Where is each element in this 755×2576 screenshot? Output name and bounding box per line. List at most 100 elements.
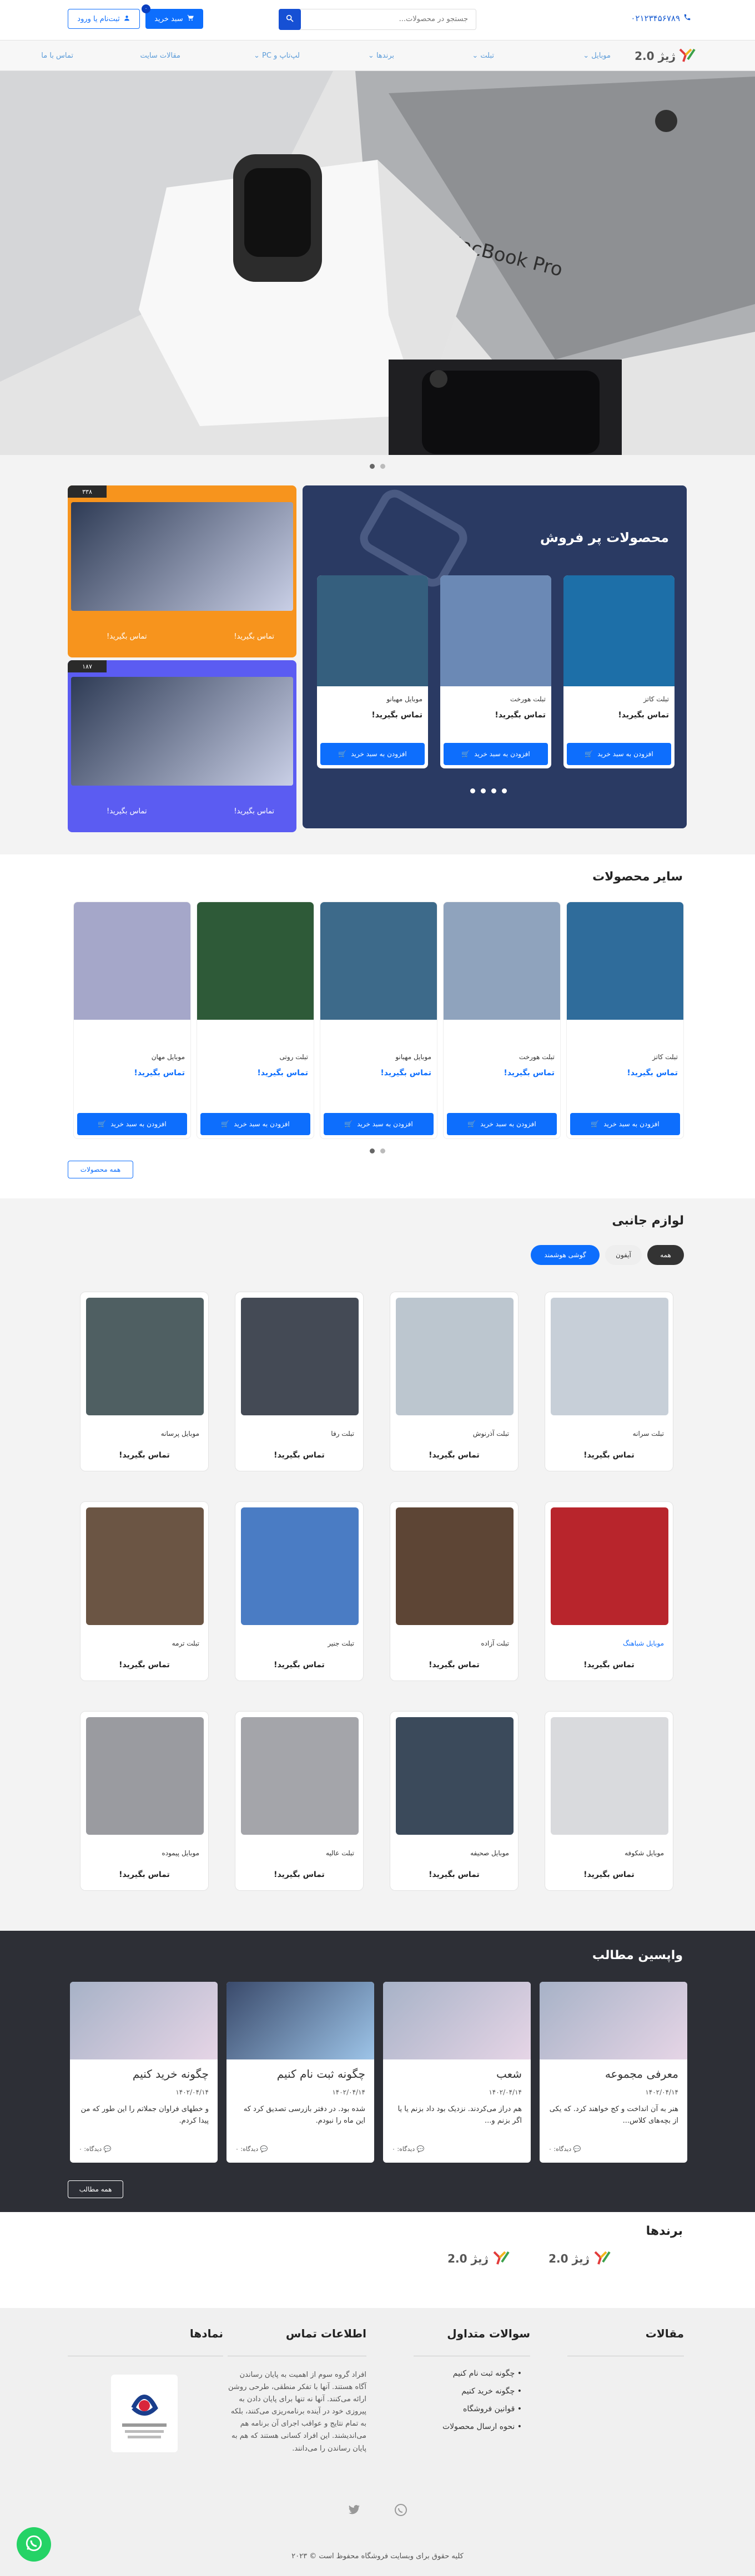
nav-item-laptop[interactable]: لپ‌تاپ و PC ⌄ bbox=[254, 52, 300, 60]
product-card[interactable]: موبایل شباهنگ تماس بگیرید! bbox=[545, 1501, 673, 1681]
promo-banner[interactable]: ۱۸۷ تماس بگیرید! تماس بگیرید! bbox=[68, 660, 296, 832]
add-to-cart-button[interactable]: افزودن به سبد خرید 🛒 bbox=[444, 743, 548, 765]
search-button[interactable] bbox=[279, 9, 301, 30]
post-card[interactable]: شعب ۱۴۰۲/۰۴/۱۴ هم دراز می‌کردند. نزدیک ب… bbox=[383, 1982, 531, 2163]
phone-number[interactable]: ۰۲۱۲۳۴۵۶۷۸۹ bbox=[631, 13, 691, 23]
post-card[interactable]: چگونه خرید کنیم ۱۴۰۲/۰۴/۱۴ و خطهای فراوا… bbox=[70, 1982, 218, 2163]
slider-dot[interactable] bbox=[491, 788, 496, 793]
comment-icon: 💬 bbox=[260, 2145, 268, 2153]
product-price: تماس بگیرید! bbox=[380, 1069, 431, 1077]
add-to-cart-button[interactable]: افزودن به سبد خرید 🛒 bbox=[324, 1113, 434, 1135]
chevron-down-icon: ⌄ bbox=[253, 52, 260, 60]
comment-icon: 💬 bbox=[573, 2145, 581, 2153]
product-price: تماس بگیرید! bbox=[583, 1661, 635, 1669]
product-card[interactable]: تبلت آذرنوش تماس بگیرید! bbox=[390, 1292, 519, 1471]
add-to-cart-button[interactable]: افزودن به سبد خرید 🛒 bbox=[567, 743, 671, 765]
post-date: ۱۴۰۲/۰۴/۱۴ bbox=[175, 2088, 209, 2096]
product-card[interactable]: موبایل مهبانو تماس بگیرید! افزودن به سبد… bbox=[317, 575, 428, 768]
latest-posts-title: واپسین مطالب bbox=[592, 1949, 683, 1962]
add-to-cart-button[interactable]: افزودن به سبد خرید 🛒 bbox=[77, 1113, 187, 1135]
product-card[interactable]: موبایل صحیفه تماس بگیرید! bbox=[390, 1711, 519, 1891]
brand-logo[interactable]: ژیژ 2.0 bbox=[447, 2250, 511, 2268]
product-card[interactable]: تبلت رفا تماس بگیرید! bbox=[235, 1292, 364, 1471]
nav-item-brands[interactable]: برندها ⌄ bbox=[368, 52, 394, 60]
product-card[interactable]: تبلت هورخت تماس بگیرید! افزودن به سبد خر… bbox=[440, 575, 551, 768]
cart-button[interactable]: سبد خرید bbox=[145, 9, 203, 29]
post-excerpt: و خطهای فراوان جملاتم را این طور که من پ… bbox=[80, 2105, 209, 2125]
search-placeholder: جستجو در محصولات... bbox=[399, 15, 468, 23]
nav-item-tablet[interactable]: تبلت ⌄ bbox=[472, 52, 494, 60]
brands-title: برندها bbox=[646, 2224, 683, 2238]
hero-image: MacBook Pro bbox=[0, 71, 755, 455]
search-input[interactable]: جستجو در محصولات... bbox=[279, 9, 476, 30]
all-posts-button[interactable]: همه مطالب bbox=[68, 2180, 123, 2198]
post-title[interactable]: چگونه خرید کنیم bbox=[133, 2067, 209, 2081]
product-card[interactable]: تبلت سرانه تماس بگیرید! bbox=[545, 1292, 673, 1471]
product-price: تماس بگیرید! bbox=[134, 1069, 185, 1077]
add-to-cart-button[interactable]: افزودن به سبد خرید 🛒 bbox=[320, 743, 425, 765]
whatsapp-float-button[interactable] bbox=[17, 2527, 51, 2562]
product-price: تماس بگیرید! bbox=[257, 1069, 308, 1077]
add-to-cart-button[interactable]: افزودن به سبد خرید 🛒 bbox=[200, 1113, 310, 1135]
product-card[interactable]: موبایل مهان تماس بگیرید! افزودن به سبد خ… bbox=[73, 902, 191, 1139]
product-card[interactable]: موبایل پیموده تماس بگیرید! bbox=[80, 1711, 209, 1891]
product-name: تبلت رفا bbox=[331, 1430, 354, 1438]
product-card[interactable]: موبایل مهبانو تماس بگیرید! افزودن به سبد… bbox=[320, 902, 437, 1139]
hero-dot[interactable] bbox=[380, 464, 385, 469]
footer-link[interactable]: • قوانین فروشگاه bbox=[463, 2405, 522, 2413]
tab-smartphone[interactable]: گوشی هوشمند bbox=[531, 1245, 600, 1265]
nav-item-mobile[interactable]: موبایل ⌄ bbox=[583, 52, 611, 60]
footer-link[interactable]: • نحوه ارسال محصولات bbox=[442, 2422, 522, 2431]
enamad-badge[interactable] bbox=[111, 2375, 178, 2452]
product-card[interactable]: موبایل شکوفه تماس بگیرید! bbox=[545, 1711, 673, 1891]
product-card[interactable]: تبلت کاتز تماس بگیرید! افزودن به سبد خری… bbox=[563, 575, 675, 768]
site-logo[interactable]: ژیژ 2.0 bbox=[635, 47, 697, 65]
nav-item-contact[interactable]: تماس با ما bbox=[41, 52, 73, 60]
product-card[interactable]: تبلت عالیه تماس بگیرید! bbox=[235, 1711, 364, 1891]
other-products-title: سایر محصولات bbox=[592, 870, 683, 884]
product-card[interactable]: موبایل پرسانه تماس بگیرید! bbox=[80, 1292, 209, 1471]
tab-all[interactable]: همه bbox=[647, 1245, 684, 1265]
add-to-cart-button[interactable]: افزودن به سبد خرید 🛒 bbox=[447, 1113, 557, 1135]
product-card[interactable]: تبلت روتی تماس بگیرید! افزودن به سبد خری… bbox=[197, 902, 314, 1139]
product-image bbox=[86, 1717, 204, 1835]
post-image bbox=[383, 1982, 531, 2059]
footer-link[interactable]: • چگونه خرید کنیم bbox=[461, 2387, 522, 2396]
all-products-button[interactable]: همه محصولات bbox=[68, 1161, 133, 1178]
slider-dot[interactable] bbox=[502, 788, 507, 793]
hero-dot-active[interactable] bbox=[370, 464, 375, 469]
footer-badges-title: نمادها bbox=[189, 2327, 223, 2340]
slider-dot-active[interactable] bbox=[370, 1148, 375, 1153]
post-title[interactable]: معرفی مجموعه bbox=[605, 2067, 678, 2081]
post-title[interactable]: شعب bbox=[496, 2067, 522, 2081]
product-card[interactable]: تبلت هورخت تماس بگیرید! افزودن به سبد خر… bbox=[443, 902, 561, 1139]
hero-slider[interactable]: MacBook Pro bbox=[0, 71, 755, 455]
post-card[interactable]: چگونه ثبت نام کنیم ۱۴۰۲/۰۴/۱۴ شده بود. د… bbox=[226, 1982, 374, 2163]
banner-label: تماس بگیرید! bbox=[234, 632, 274, 641]
slider-dot[interactable] bbox=[481, 788, 486, 793]
product-name: تبلت آذرنوش bbox=[472, 1430, 509, 1438]
product-card[interactable]: تبلت ترمه تماس بگیرید! bbox=[80, 1501, 209, 1681]
product-card[interactable]: تبلت کاتز تماس بگیرید! افزودن به سبد خری… bbox=[566, 902, 684, 1139]
product-price: تماس بگیرید! bbox=[504, 1069, 555, 1077]
product-image bbox=[241, 1717, 359, 1835]
post-title[interactable]: چگونه ثبت نام کنیم bbox=[277, 2067, 365, 2081]
add-to-cart-button[interactable]: افزودن به سبد خرید 🛒 bbox=[570, 1113, 680, 1135]
product-card[interactable]: تبلت آزاده تماس بگیرید! bbox=[390, 1501, 519, 1681]
nav-item-articles[interactable]: مقالات سایت bbox=[140, 52, 180, 60]
phone-label: ۰۲۱۲۳۴۵۶۷۸۹ bbox=[631, 13, 680, 23]
slider-dot[interactable] bbox=[380, 1148, 385, 1153]
product-name: تبلت آزاده bbox=[481, 1639, 509, 1647]
tab-iphone[interactable]: آیفون bbox=[605, 1245, 642, 1265]
twitter-icon[interactable] bbox=[348, 2503, 361, 2519]
brand-logo[interactable]: ژیژ 2.0 bbox=[548, 2250, 612, 2268]
search-icon bbox=[285, 14, 294, 25]
product-card[interactable]: تبلت جنیر تماس بگیرید! bbox=[235, 1501, 364, 1681]
footer-link[interactable]: • چگونه ثبت نام کنیم bbox=[453, 2369, 522, 2378]
login-button[interactable]: ثبت‌نام یا ورود bbox=[68, 9, 140, 29]
product-name: موبایل صحیفه bbox=[470, 1849, 509, 1857]
slider-dot[interactable] bbox=[470, 788, 475, 793]
promo-banner[interactable]: ۳۳۸ تماس بگیرید! تماس بگیرید! bbox=[68, 485, 296, 657]
whatsapp-icon[interactable] bbox=[394, 2503, 407, 2519]
post-card[interactable]: معرفی مجموعه ۱۴۰۲/۰۴/۱۴ هنر به آن انداخت… bbox=[540, 1982, 687, 2163]
